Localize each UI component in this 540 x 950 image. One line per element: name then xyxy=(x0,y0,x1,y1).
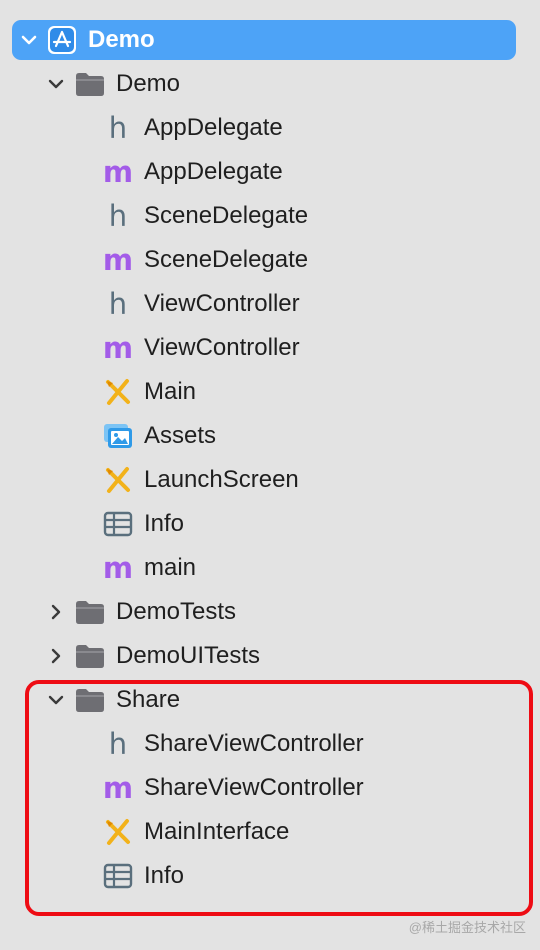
folder-icon xyxy=(73,595,107,629)
storyboard-icon xyxy=(101,375,135,409)
chevron-down-icon[interactable] xyxy=(20,31,38,49)
tree-row-file[interactable]: Main xyxy=(0,370,540,414)
tree-label: DemoTests xyxy=(116,598,237,625)
asset-catalog-icon xyxy=(101,419,135,453)
tree-row-file[interactable]: LaunchScreen xyxy=(0,458,540,502)
header-file-icon: h xyxy=(108,199,128,233)
tree-row-folder-demouitests[interactable]: DemoUITests xyxy=(0,634,540,678)
tree-row-file[interactable]: m ViewController xyxy=(0,326,540,370)
watermark: @稀土掘金技术社区 xyxy=(408,920,526,935)
tree-row-file[interactable]: Assets xyxy=(0,414,540,458)
tree-label: SceneDelegate xyxy=(144,246,309,273)
tree-label: main xyxy=(144,554,197,581)
plist-table-icon xyxy=(101,507,135,541)
header-file-icon: h xyxy=(108,111,128,145)
chevron-right-icon[interactable] xyxy=(47,603,65,621)
implementation-file-icon: m xyxy=(102,243,134,277)
chevron-down-icon[interactable] xyxy=(47,75,65,93)
tree-row-file[interactable]: h AppDelegate xyxy=(0,106,540,150)
implementation-file-icon: m xyxy=(102,155,134,189)
tree-label: Demo xyxy=(116,70,181,97)
storyboard-icon xyxy=(101,463,135,497)
project-label: Demo xyxy=(88,26,155,53)
tree-row-file[interactable]: m AppDelegate xyxy=(0,150,540,194)
tree-row-file[interactable]: m SceneDelegate xyxy=(0,238,540,282)
header-file-icon: h xyxy=(108,287,128,321)
tree-label: ViewController xyxy=(144,334,300,361)
tree-label: LaunchScreen xyxy=(144,466,299,493)
tree-label: DemoUITests xyxy=(116,642,261,669)
tree-row-file[interactable]: m main xyxy=(0,546,540,590)
annotation-highlight-box xyxy=(25,680,533,916)
implementation-file-icon: m xyxy=(102,551,134,585)
tree-row-file[interactable]: Info xyxy=(0,502,540,546)
folder-icon xyxy=(73,67,107,101)
tree-row-folder-demotests[interactable]: DemoTests xyxy=(0,590,540,634)
tree-label: ViewController xyxy=(144,290,300,317)
tree-label: Info xyxy=(144,510,185,537)
tree-row-file[interactable]: h SceneDelegate xyxy=(0,194,540,238)
project-navigator: Demo Demo h AppDelegate m AppDelegate h … xyxy=(0,0,540,950)
tree-label: AppDelegate xyxy=(144,158,283,185)
tree-row-file[interactable]: h ViewController xyxy=(0,282,540,326)
implementation-file-icon: m xyxy=(102,331,134,365)
tree-label: Assets xyxy=(144,422,217,449)
tree-label: AppDelegate xyxy=(144,114,283,141)
project-row-demo[interactable]: Demo xyxy=(0,18,540,62)
xcode-project-icon xyxy=(45,23,79,57)
tree-label: Main xyxy=(144,378,197,405)
folder-icon xyxy=(73,639,107,673)
tree-label: SceneDelegate xyxy=(144,202,309,229)
tree-row-folder-demo[interactable]: Demo xyxy=(0,62,540,106)
chevron-right-icon[interactable] xyxy=(47,647,65,665)
